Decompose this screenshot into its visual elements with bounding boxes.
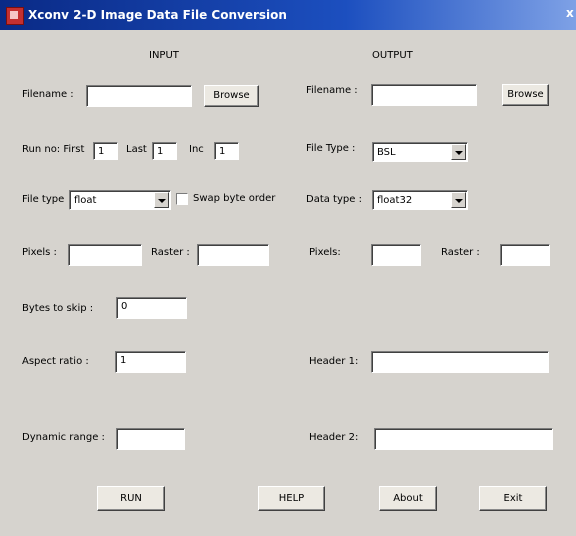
run-last-label: Last bbox=[126, 144, 147, 155]
input-raster-field[interactable] bbox=[197, 244, 269, 266]
output-pixels-label: Pixels: bbox=[309, 247, 341, 258]
close-icon[interactable]: x bbox=[566, 6, 576, 22]
aspect-ratio-field[interactable]: 1 bbox=[115, 351, 186, 373]
run-last-field[interactable]: 1 bbox=[152, 142, 177, 160]
output-file-type-value: BSL bbox=[377, 147, 396, 158]
swap-byte-order-label: Swap byte order bbox=[193, 193, 276, 204]
output-pixels-field[interactable] bbox=[371, 244, 421, 266]
bytes-to-skip-label: Bytes to skip : bbox=[22, 303, 94, 314]
exit-button[interactable]: Exit bbox=[479, 486, 547, 511]
output-filename-field[interactable] bbox=[371, 84, 477, 106]
about-button[interactable]: About bbox=[379, 486, 437, 511]
chevron-down-icon[interactable] bbox=[451, 192, 466, 208]
input-file-type-label: File type bbox=[22, 194, 65, 205]
output-data-type-select[interactable]: float32 bbox=[372, 190, 468, 210]
app-icon bbox=[6, 7, 24, 25]
output-data-type-value: float32 bbox=[377, 195, 413, 206]
dynamic-range-field[interactable] bbox=[116, 428, 185, 450]
input-filename-field[interactable] bbox=[86, 85, 192, 107]
header2-field[interactable] bbox=[374, 428, 553, 450]
run-no-first-label: Run no: First bbox=[22, 144, 85, 155]
output-file-type-select[interactable]: BSL bbox=[372, 142, 468, 162]
aspect-ratio-label: Aspect ratio : bbox=[22, 356, 89, 367]
output-raster-label: Raster : bbox=[441, 247, 480, 258]
output-data-type-label: Data type : bbox=[306, 194, 362, 205]
chevron-down-icon[interactable] bbox=[154, 192, 169, 208]
input-browse-button[interactable]: Browse bbox=[204, 85, 259, 107]
input-file-type-value: float bbox=[74, 195, 97, 206]
header2-label: Header 2: bbox=[309, 432, 359, 443]
output-browse-button[interactable]: Browse bbox=[502, 84, 549, 106]
input-pixels-field[interactable] bbox=[68, 244, 142, 266]
bytes-to-skip-field[interactable]: 0 bbox=[116, 297, 187, 319]
run-button[interactable]: RUN bbox=[97, 486, 165, 511]
output-file-type-label: File Type : bbox=[306, 143, 356, 154]
window-title: Xconv 2-D Image Data File Conversion bbox=[28, 8, 287, 22]
input-pixels-label: Pixels : bbox=[22, 247, 57, 258]
dynamic-range-label: Dynamic range : bbox=[22, 432, 105, 443]
swap-byte-order-checkbox[interactable] bbox=[176, 193, 188, 205]
input-file-type-select[interactable]: float bbox=[69, 190, 171, 210]
header1-field[interactable] bbox=[371, 351, 549, 373]
run-first-field[interactable]: 1 bbox=[93, 142, 118, 160]
help-button[interactable]: HELP bbox=[258, 486, 325, 511]
input-heading: INPUT bbox=[149, 50, 179, 61]
output-filename-label: Filename : bbox=[306, 85, 358, 96]
title-bar[interactable]: Xconv 2-D Image Data File Conversion x bbox=[0, 0, 576, 30]
input-raster-label: Raster : bbox=[151, 247, 190, 258]
output-raster-field[interactable] bbox=[500, 244, 550, 266]
output-heading: OUTPUT bbox=[372, 50, 413, 61]
run-inc-field[interactable]: 1 bbox=[214, 142, 239, 160]
header1-label: Header 1: bbox=[309, 356, 359, 367]
run-inc-label: Inc bbox=[189, 144, 204, 155]
chevron-down-icon[interactable] bbox=[451, 144, 466, 160]
input-filename-label: Filename : bbox=[22, 89, 74, 100]
